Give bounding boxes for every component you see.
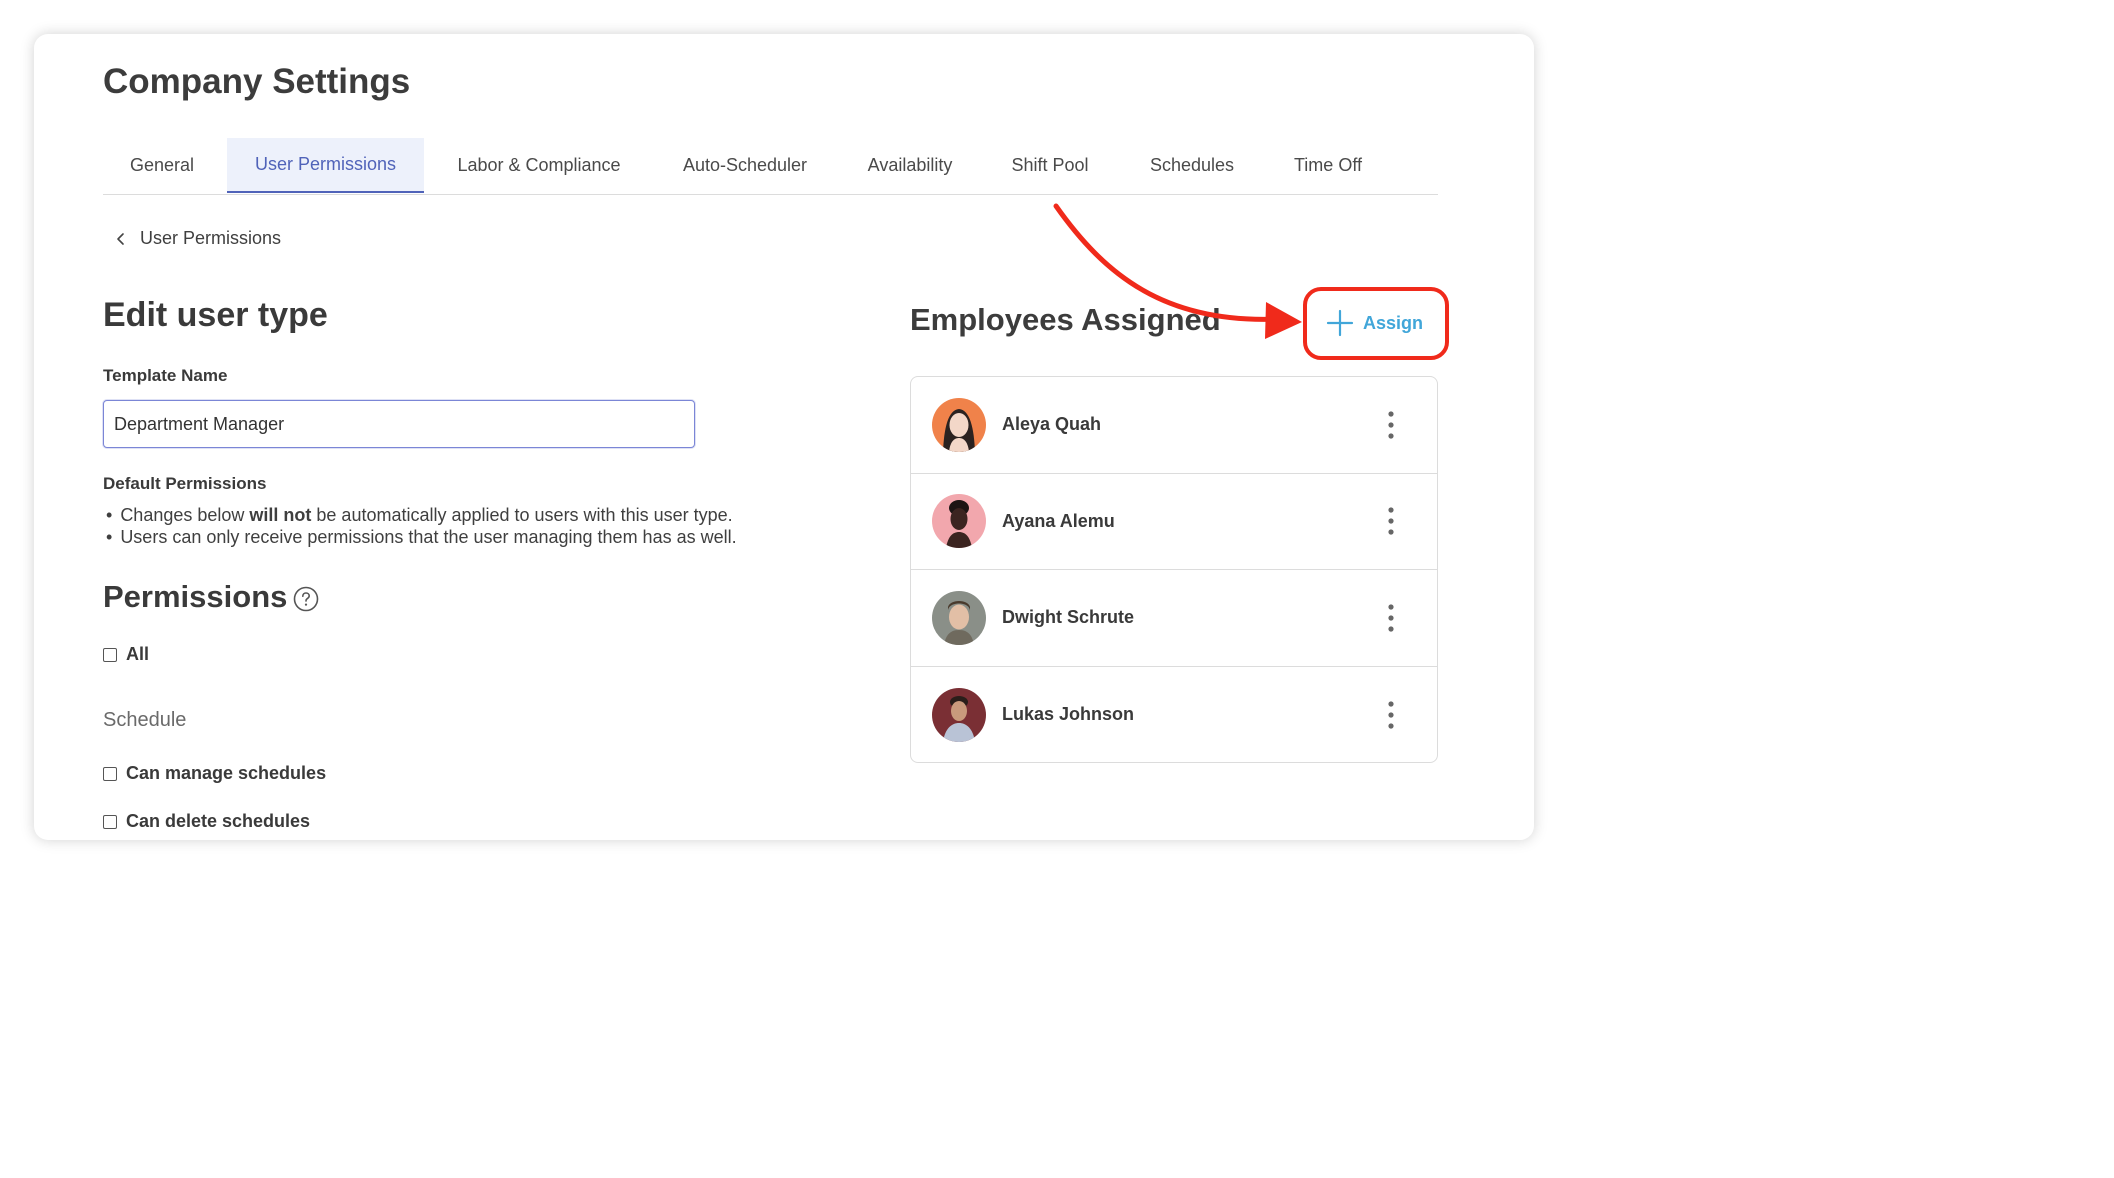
employee-name: Aleya Quah [1002,414,1102,435]
checkbox[interactable] [103,766,117,781]
breadcrumb[interactable]: User Permissions [114,228,281,249]
plus-icon [1326,309,1354,337]
more-vertical-icon[interactable] [1381,506,1401,536]
permission-manage-schedules[interactable]: Can manage schedules [103,763,326,784]
more-vertical-icon[interactable] [1381,410,1401,440]
chevron-left-icon [117,232,124,245]
tab-availability[interactable]: Availability [851,138,969,193]
assign-button[interactable]: Assign [1325,308,1423,338]
more-vertical-icon[interactable] [1381,603,1401,633]
tab-shift-pool[interactable]: Shift Pool [995,138,1105,193]
tab-labor-compliance[interactable]: Labor & Compliance [439,138,639,193]
note-item: Users can only receive permissions that … [103,526,736,548]
page-title: Company Settings [103,62,411,101]
permissions-title: Permissions [103,579,319,615]
question-circle-icon[interactable] [293,586,319,612]
tab-time-off[interactable]: Time Off [1279,138,1377,193]
permission-delete-schedules[interactable]: Can delete schedules [103,811,310,832]
note-item: Changes below will not be automatically … [103,504,737,526]
schedule-section-label: Schedule [103,709,187,731]
employee-name: Lukas Johnson [1002,704,1135,725]
employee-name: Ayana Alemu [1002,510,1115,531]
avatar [932,687,986,742]
employee-row[interactable]: Aleya Quah [911,377,1437,474]
employee-list: Aleya Quah Ayana Alemu Dwight Schrute Lu… [910,376,1438,763]
avatar [932,494,986,549]
breadcrumb-label: User Permissions [140,228,282,248]
settings-tabs: General User Permissions Labor & Complia… [103,138,1438,195]
default-permissions-label: Default Permissions [103,474,267,493]
avatar [932,590,986,645]
tab-auto-scheduler[interactable]: Auto-Scheduler [665,138,825,193]
employees-assigned-title: Employees Assigned [910,302,1221,337]
employee-row[interactable]: Ayana Alemu [911,474,1437,570]
default-permissions-notes: Changes below will not be automatically … [103,504,737,548]
checkbox[interactable] [103,647,117,662]
edit-user-type-title: Edit user type [103,296,328,334]
employee-row[interactable]: Dwight Schrute [911,570,1437,667]
template-name-input[interactable] [103,400,695,448]
settings-card: Company Settings General User Permission… [34,34,1534,840]
more-vertical-icon[interactable] [1381,700,1401,730]
employee-row[interactable]: Lukas Johnson [911,667,1437,763]
permission-all-checkbox[interactable]: All [103,644,149,665]
employee-name: Dwight Schrute [1002,607,1135,628]
tab-user-permissions[interactable]: User Permissions [227,138,424,193]
checkbox[interactable] [103,814,117,829]
tab-general[interactable]: General [103,138,221,193]
tab-schedules[interactable]: Schedules [1133,138,1251,193]
avatar [932,397,986,452]
template-name-label: Template Name [103,366,228,385]
